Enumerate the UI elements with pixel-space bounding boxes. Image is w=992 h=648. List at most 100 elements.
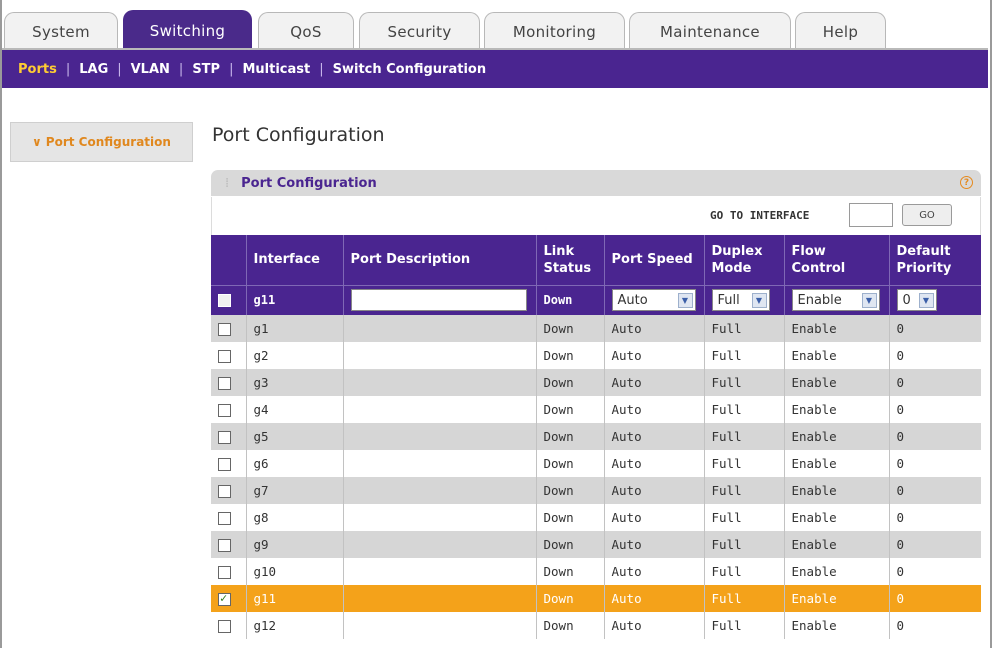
help-icon[interactable]: ? xyxy=(960,176,973,189)
table-row[interactable]: g9 Down Auto Full Enable 0 xyxy=(211,531,981,558)
cell-default-priority: 0 xyxy=(888,504,981,531)
cell-interface: g3 xyxy=(245,369,343,396)
row-checkbox[interactable] xyxy=(218,539,231,552)
cell-duplex-mode: Full xyxy=(703,342,784,369)
cell-interface: g12 xyxy=(245,612,343,639)
cell-select xyxy=(211,342,246,369)
duplex-mode-select[interactable]: Full ▼ xyxy=(711,289,770,312)
row-checkbox[interactable] xyxy=(218,620,231,633)
cell-link-status: Down xyxy=(535,396,604,423)
cell-interface: g1 xyxy=(245,315,343,342)
cell-interface: g11 xyxy=(245,585,343,612)
header-flow-control: Flow Control xyxy=(783,235,889,285)
port-description-input[interactable] xyxy=(350,289,527,312)
goto-interface-input[interactable] xyxy=(849,203,893,227)
cell-flow-control: Enable xyxy=(783,531,889,558)
table-row[interactable]: g7 Down Auto Full Enable 0 xyxy=(211,477,981,504)
row-checkbox[interactable] xyxy=(218,350,231,363)
main-tab-bar: System Switching QoS Security Monitoring… xyxy=(2,0,988,50)
subnav-lag[interactable]: LAG xyxy=(79,62,108,77)
go-button[interactable]: GO xyxy=(902,204,952,226)
row-checkbox[interactable] xyxy=(218,566,231,579)
subnav-stp[interactable]: STP xyxy=(192,62,220,77)
subnav-multicast[interactable]: Multicast xyxy=(242,62,310,77)
cell-link-status: Down xyxy=(535,450,604,477)
row-checkbox[interactable] xyxy=(218,404,231,417)
row-checkbox[interactable] xyxy=(218,512,231,525)
tab-qos[interactable]: QoS xyxy=(258,12,354,50)
leftnav-port-configuration[interactable]: ∨ Port Configuration xyxy=(10,122,193,162)
row-checkbox[interactable] xyxy=(218,458,231,471)
cell-default-priority: 0 xyxy=(888,531,981,558)
table-row[interactable]: g11 DownAutoFullEnable0 xyxy=(211,585,981,612)
header-port-speed: Port Speed xyxy=(603,235,704,285)
row-checkbox[interactable] xyxy=(218,591,231,606)
cell-port-speed: Auto xyxy=(603,558,704,585)
header-select xyxy=(211,235,246,285)
panel-title: Port Configuration xyxy=(241,175,377,191)
subnav-vlan[interactable]: VLAN xyxy=(131,62,170,77)
cell-interface: g5 xyxy=(245,423,343,450)
cell-select xyxy=(211,396,246,423)
flow-control-select[interactable]: Enable ▼ xyxy=(791,289,880,312)
table-row[interactable]: g4 Down Auto Full Enable 0 xyxy=(211,396,981,423)
panel-grip-icon: ⁞ xyxy=(225,175,230,191)
table-row[interactable]: g6 Down Auto Full Enable 0 xyxy=(211,450,981,477)
cell-duplex-mode: Full xyxy=(703,369,784,396)
cell-port-description xyxy=(342,396,536,423)
cell-default-priority: 0 xyxy=(888,558,981,585)
cell-default-priority: 0 xyxy=(888,315,981,342)
cell-port-speed: Auto xyxy=(603,612,704,639)
cell-link-status: Down xyxy=(535,423,604,450)
row-checkbox[interactable] xyxy=(218,323,231,336)
row-checkbox[interactable] xyxy=(218,485,231,498)
subnav-switch-configuration[interactable]: Switch Configuration xyxy=(333,62,487,77)
cell-select xyxy=(211,585,246,612)
cell-default-priority: 0 xyxy=(888,477,981,504)
tab-system[interactable]: System xyxy=(4,12,118,50)
cell-select xyxy=(211,477,246,504)
cell-default-priority: 0 xyxy=(888,342,981,369)
header-link-status: Link Status xyxy=(535,235,604,285)
cell-port-description xyxy=(342,315,536,342)
tab-monitoring[interactable]: Monitoring xyxy=(484,12,625,50)
cell-port-speed: Auto xyxy=(603,531,704,558)
cell-port-speed: Auto xyxy=(603,450,704,477)
sub-navigation: Ports | LAG | VLAN | STP | Multicast | S… xyxy=(2,50,988,88)
tab-security[interactable]: Security xyxy=(359,12,480,50)
cell-port-speed: Auto xyxy=(603,342,704,369)
table-row[interactable]: g8 Down Auto Full Enable 0 xyxy=(211,504,981,531)
tab-help[interactable]: Help xyxy=(795,12,886,50)
cell-flow-control: Enable xyxy=(783,423,889,450)
default-priority-select[interactable]: 0 ▼ xyxy=(896,289,937,312)
table-row[interactable]: g12 Down Auto Full Enable 0 xyxy=(211,612,981,639)
table-row[interactable]: g2 Down Auto Full Enable 0 xyxy=(211,342,981,369)
table-row[interactable]: g5 Down Auto Full Enable 0 xyxy=(211,423,981,450)
subnav-ports[interactable]: Ports xyxy=(18,62,57,77)
tab-switching[interactable]: Switching xyxy=(123,10,252,50)
default-priority-value: 0 xyxy=(902,292,911,308)
row-checkbox[interactable] xyxy=(218,431,231,444)
port-configuration-table: Interface Port Description Link Status P… xyxy=(211,235,981,639)
table-row[interactable]: g3 Down Auto Full Enable 0 xyxy=(211,369,981,396)
cell-duplex-mode: Full xyxy=(703,423,784,450)
edit-row-checkbox[interactable] xyxy=(218,294,231,308)
cell-duplex-mode: Full xyxy=(703,585,784,612)
cell-flow-control: Enable xyxy=(783,450,889,477)
port-speed-select[interactable]: Auto ▼ xyxy=(611,289,696,312)
cell-interface: g6 xyxy=(245,450,343,477)
port-speed-value: Auto xyxy=(617,292,648,308)
table-row[interactable]: g1 Down Auto Full Enable 0 xyxy=(211,315,981,342)
subnav-separator: | xyxy=(65,61,71,77)
tab-maintenance[interactable]: Maintenance xyxy=(629,12,791,50)
cell-select xyxy=(211,450,246,477)
cell-interface: g9 xyxy=(245,531,343,558)
cell-port-speed: Auto xyxy=(603,423,704,450)
table-row[interactable]: g10 Down Auto Full Enable 0 xyxy=(211,558,981,585)
cell-interface: g10 xyxy=(245,558,343,585)
edit-row: g11 Down Auto ▼ Full ▼ Enable ▼ 0 ▼ xyxy=(211,284,981,315)
cell-duplex-mode: Full xyxy=(703,531,784,558)
row-checkbox[interactable] xyxy=(218,377,231,390)
cell-port-description xyxy=(342,612,536,639)
cell-default-priority: 0 xyxy=(888,423,981,450)
